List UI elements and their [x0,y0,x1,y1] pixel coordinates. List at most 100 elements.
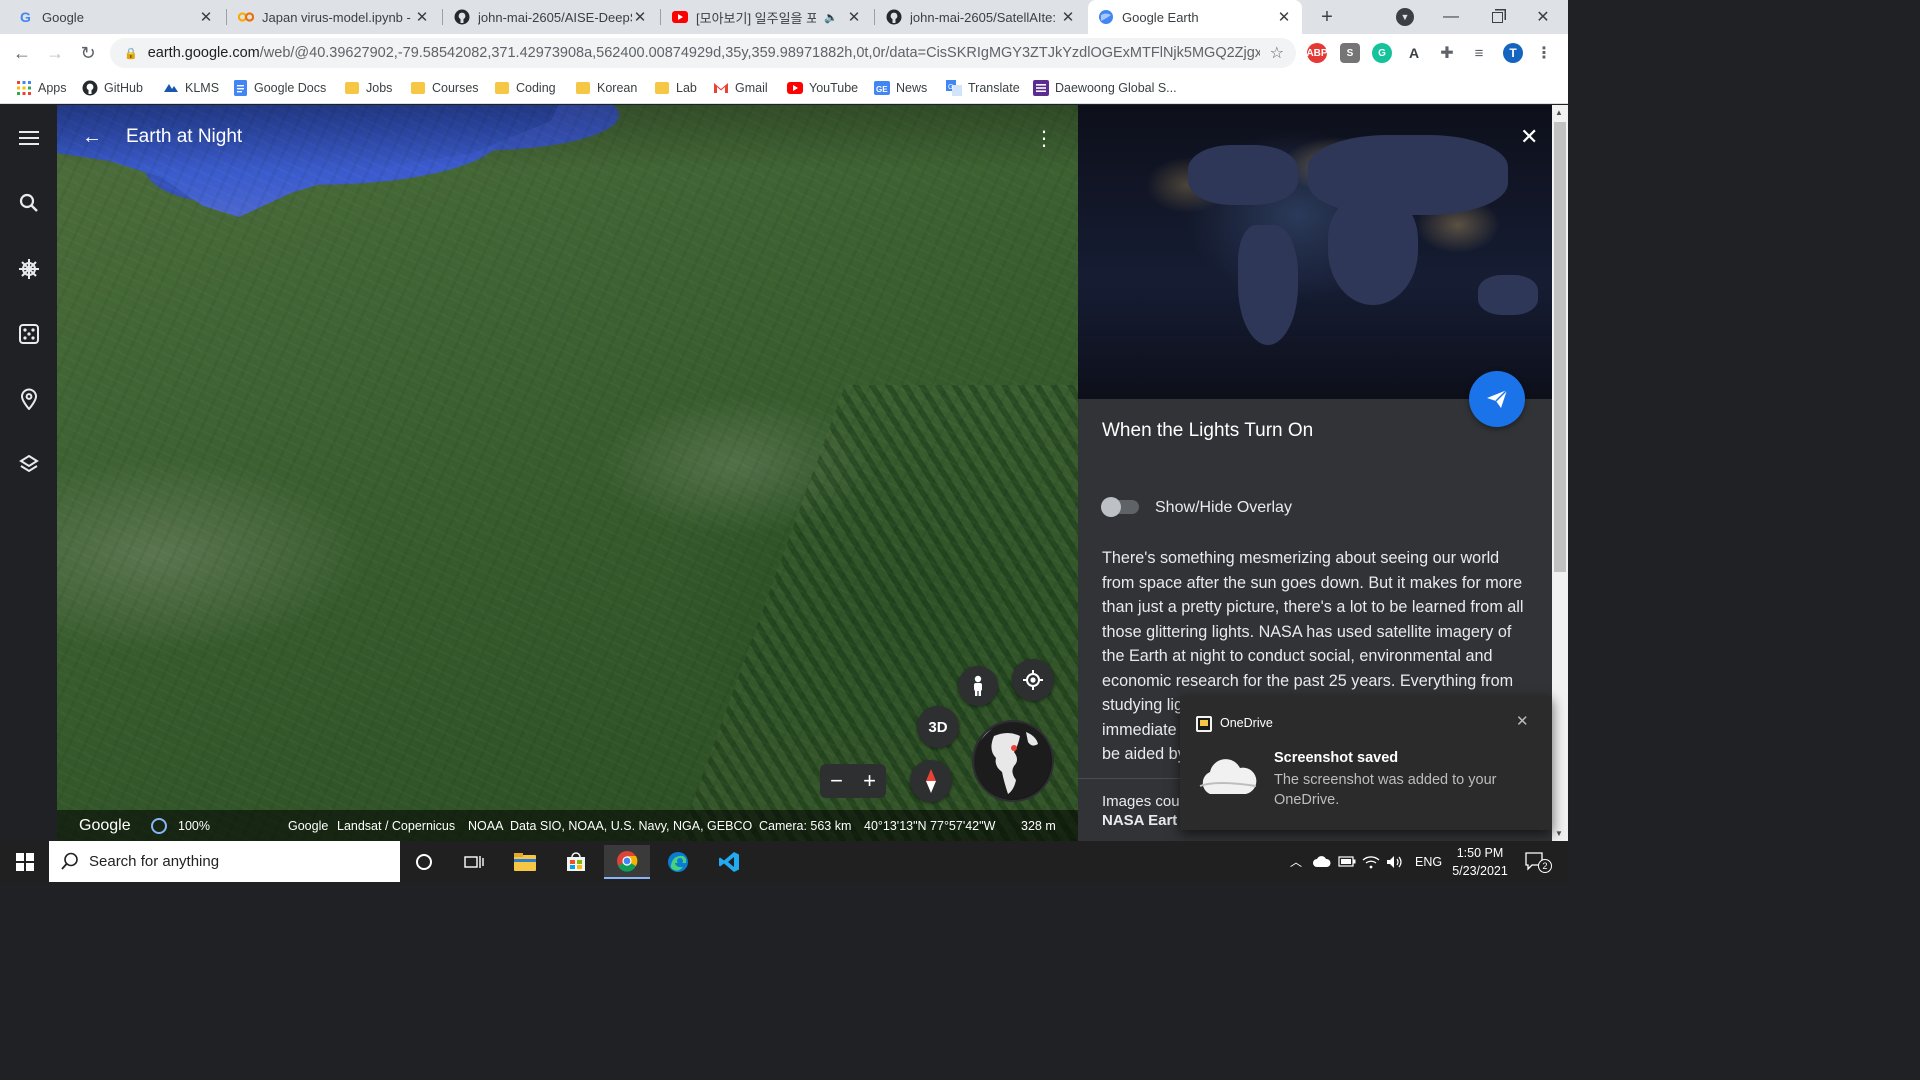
lock-icon: 🔒 [124,47,138,60]
tab-google-earth[interactable]: Google Earth ✕ [1088,0,1302,34]
reload-button[interactable]: ↻ [74,34,102,72]
task-view-button[interactable] [451,845,497,879]
more-options-icon[interactable]: ⋮ [1034,126,1054,151]
bookmark-folder-jobs[interactable]: Jobs [344,78,392,98]
dismiss-notification-icon[interactable]: ✕ [1516,712,1529,730]
close-window-button[interactable]: ✕ [1520,0,1566,34]
chrome-taskbar-button[interactable] [604,845,650,879]
bookmark-google-docs[interactable]: Google Docs [232,78,326,98]
tab-colab[interactable]: Japan virus-model.ipynb - C ✕ [228,0,440,34]
bookmark-klms[interactable]: KLMS [163,78,219,98]
close-tab-icon[interactable]: ✕ [1060,8,1076,26]
extensions-puzzle-icon[interactable]: ✚ [1437,43,1457,63]
close-tab-icon[interactable]: ✕ [846,8,862,26]
bookmark-gmail[interactable]: Gmail [713,78,768,98]
feeling-lucky-dice-icon[interactable] [16,321,41,346]
attribution-landsat[interactable]: Landsat / Copernicus [337,819,455,833]
close-panel-icon[interactable]: ✕ [1520,124,1538,150]
grammarly-icon[interactable]: G [1372,43,1392,63]
scroll-down-arrow-icon[interactable]: ▼ [1555,829,1563,838]
colab-icon [238,9,254,25]
zoom-controls: − + [820,764,886,798]
new-tab-button[interactable]: + [1314,4,1340,30]
volume-icon[interactable] [1386,841,1404,882]
attribution-data-sio: Data SIO, NOAA, U.S. Navy, NGA, GEBCO [510,818,753,833]
action-center-button[interactable]: 2 [1524,841,1552,882]
microsoft-store-button[interactable] [553,845,599,879]
share-button[interactable] [1469,371,1525,427]
search-icon[interactable] [16,190,41,215]
zoom-out-button[interactable]: − [830,768,843,794]
tab-title: Japan virus-model.ipynb - C [262,9,414,25]
my-location-button[interactable] [1012,659,1054,701]
tab-github-aise[interactable]: john-mai-2605/AISE-DeepS ✕ [444,0,658,34]
input-language[interactable]: ENG [1415,841,1442,882]
bookmark-youtube[interactable]: YouTube [787,78,858,98]
cortana-button[interactable] [401,845,447,879]
bookmark-folder-korean[interactable]: Korean [575,78,637,98]
tab-github-satellaite[interactable]: john-mai-2605/SatellAIte: S ✕ [876,0,1086,34]
bookmark-daewoong[interactable]: Daewoong Global S... [1033,78,1177,98]
onedrive-notification[interactable]: OneDrive ✕ Screenshot saved The screensh… [1180,696,1552,830]
pegman-street-view-button[interactable] [958,666,998,706]
show-hidden-icons-chevron[interactable]: ︿ [1290,841,1302,882]
daewoong-icon [1033,80,1049,96]
tab-google[interactable]: G Google ✕ [8,0,224,34]
credits-line-1: Images cou [1102,793,1180,810]
tab-search-button[interactable]: ▼ [1396,8,1414,26]
extension-s-icon[interactable]: S [1340,43,1360,63]
minimize-window-button[interactable]: — [1428,0,1474,34]
bookmark-star-icon[interactable]: ☆ [1270,43,1284,63]
close-tab-icon[interactable]: ✕ [198,8,214,26]
vscode-taskbar-button[interactable] [706,845,752,879]
overlay-toggle-label: Show/Hide Overlay [1155,499,1292,516]
close-tab-icon[interactable]: ✕ [632,8,648,26]
address-bar[interactable]: 🔒 earth.google.com/web/@40.39627902,-79.… [110,38,1296,68]
restore-window-button[interactable] [1474,0,1520,34]
bookmark-translate[interactable]: G Translate [946,78,1020,98]
bookmark-news[interactable]: GE News [874,78,927,98]
profile-avatar[interactable]: T [1503,43,1523,63]
read-aloud-icon[interactable]: A [1404,43,1424,63]
mini-globe-button[interactable] [972,720,1054,802]
back-arrow-icon[interactable]: ← [82,126,102,149]
tab-divider [874,9,875,25]
tab-youtube[interactable]: [모아보기] 일주일을 포 🔈 ✕ [662,0,872,34]
voyager-wheel-icon[interactable] [16,256,41,281]
back-button[interactable]: ← [8,34,36,72]
bookmark-folder-lab[interactable]: Lab [654,78,697,98]
overlay-toggle[interactable] [1101,497,1139,517]
speaker-icon[interactable]: 🔈 [824,11,838,24]
chrome-menu-icon[interactable]: ⋮ [1534,43,1554,63]
hamburger-menu-icon[interactable] [16,125,41,150]
map-footer: Google 100% Google Landsat / Copernicus … [57,810,1078,841]
battery-icon[interactable] [1338,841,1356,882]
adblock-plus-icon[interactable]: ABP [1306,43,1328,63]
scale-readout[interactable]: 328 m [1021,819,1056,833]
file-explorer-button[interactable] [502,845,548,879]
clock[interactable]: 1:50 PM 5/23/2021 [1448,841,1512,882]
edge-taskbar-button[interactable] [655,845,701,879]
browser-toolbar: ← → ↻ 🔒 earth.google.com/web/@40.3962790… [0,34,1568,72]
toggle-3d-button[interactable]: 3D [917,706,959,748]
taskbar-search-box[interactable]: Search for anything [49,841,400,882]
close-tab-icon[interactable]: ✕ [414,8,430,26]
compass-button[interactable] [910,760,952,802]
bookmark-label: News [896,81,928,95]
zoom-in-button[interactable]: + [863,768,876,794]
onedrive-tray-icon[interactable] [1313,841,1331,882]
scrollbar-thumb[interactable] [1554,122,1566,572]
close-tab-icon[interactable]: ✕ [1276,8,1292,26]
bookmark-folder-courses[interactable]: Courses [410,78,479,98]
media-queue-icon[interactable]: ≡ [1469,43,1489,63]
projects-pin-icon[interactable] [16,386,41,411]
map-style-layers-icon[interactable] [16,451,41,476]
bookmark-folder-coding[interactable]: Coding [494,78,556,98]
scroll-up-arrow-icon[interactable]: ▲ [1555,108,1563,117]
notification-count-badge: 2 [1538,859,1552,873]
bookmark-apps[interactable]: Apps [16,78,67,98]
forward-button[interactable]: → [41,34,69,72]
start-button[interactable] [2,845,48,879]
wifi-icon[interactable] [1362,841,1380,882]
bookmark-github[interactable]: GitHub [82,78,143,98]
